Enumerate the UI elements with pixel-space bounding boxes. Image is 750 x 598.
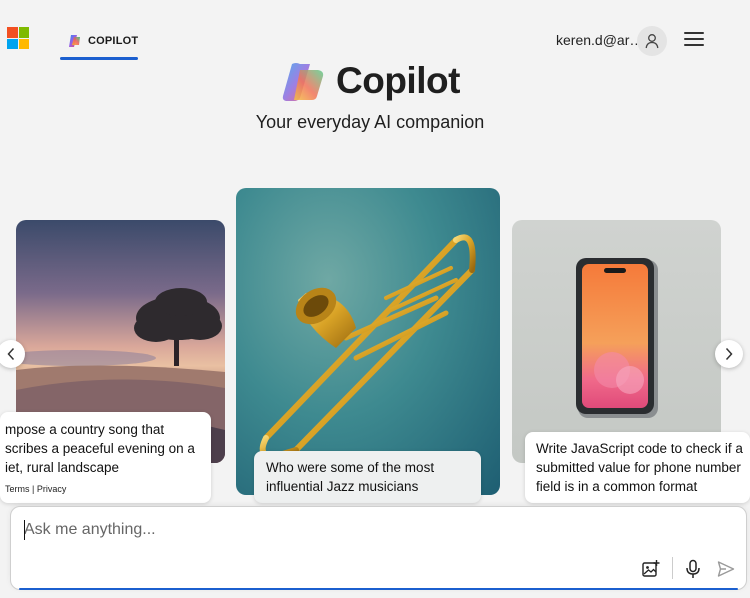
carousel-next-button[interactable]	[715, 340, 743, 368]
caption-line: scribes a peaceful evening on a	[5, 441, 195, 456]
copilot-logo-icon	[282, 63, 324, 101]
tab-active-indicator	[60, 57, 138, 60]
page-title: Copilot	[336, 60, 460, 101]
suggestion-caption-javascript[interactable]: Write JavaScript code to check if a subm…	[525, 432, 750, 503]
input-divider	[672, 557, 673, 579]
send-icon[interactable]	[716, 559, 736, 579]
trombone-image	[259, 234, 476, 460]
suggestion-card-javascript[interactable]	[512, 220, 721, 463]
hamburger-menu-icon[interactable]	[684, 30, 706, 48]
top-bar: COPILOT keren.d@ar…	[0, 0, 750, 62]
caption-line: field is in a common format	[536, 479, 698, 494]
user-icon	[645, 34, 659, 49]
microphone-icon[interactable]	[684, 559, 702, 579]
image-add-icon[interactable]	[641, 559, 661, 579]
tab-copilot-label: COPILOT	[88, 35, 139, 47]
suggestion-card-jazz[interactable]	[236, 188, 500, 495]
chevron-left-icon	[7, 347, 15, 361]
caption-line: mpose a country song that	[5, 422, 165, 437]
page-subtitle: Your everyday AI companion	[255, 112, 485, 132]
suggestion-caption-country-song[interactable]: mpose a country song that scribes a peac…	[0, 412, 211, 503]
account-avatar[interactable]	[637, 26, 667, 56]
caption-line: iet, rural landscape	[5, 460, 120, 475]
copilot-icon	[69, 35, 80, 47]
terms-privacy-links[interactable]: Terms | Privacy	[5, 480, 66, 499]
caption-line: submitted value for phone number	[536, 460, 741, 475]
tab-copilot[interactable]: COPILOT	[60, 22, 138, 60]
smartphone-image	[576, 258, 658, 418]
input-focus-bar	[19, 588, 738, 590]
microsoft-logo[interactable]	[7, 27, 29, 49]
account-name[interactable]: keren.d@ar…	[556, 32, 643, 48]
ask-input[interactable]	[24, 519, 624, 541]
caption-line: Write JavaScript code to check if a	[536, 441, 743, 456]
chevron-right-icon	[725, 347, 733, 361]
text-caret	[24, 520, 25, 540]
suggestion-caption-jazz[interactable]: Who were some of the most influential Ja…	[254, 451, 481, 503]
chat-input-box	[10, 506, 747, 590]
